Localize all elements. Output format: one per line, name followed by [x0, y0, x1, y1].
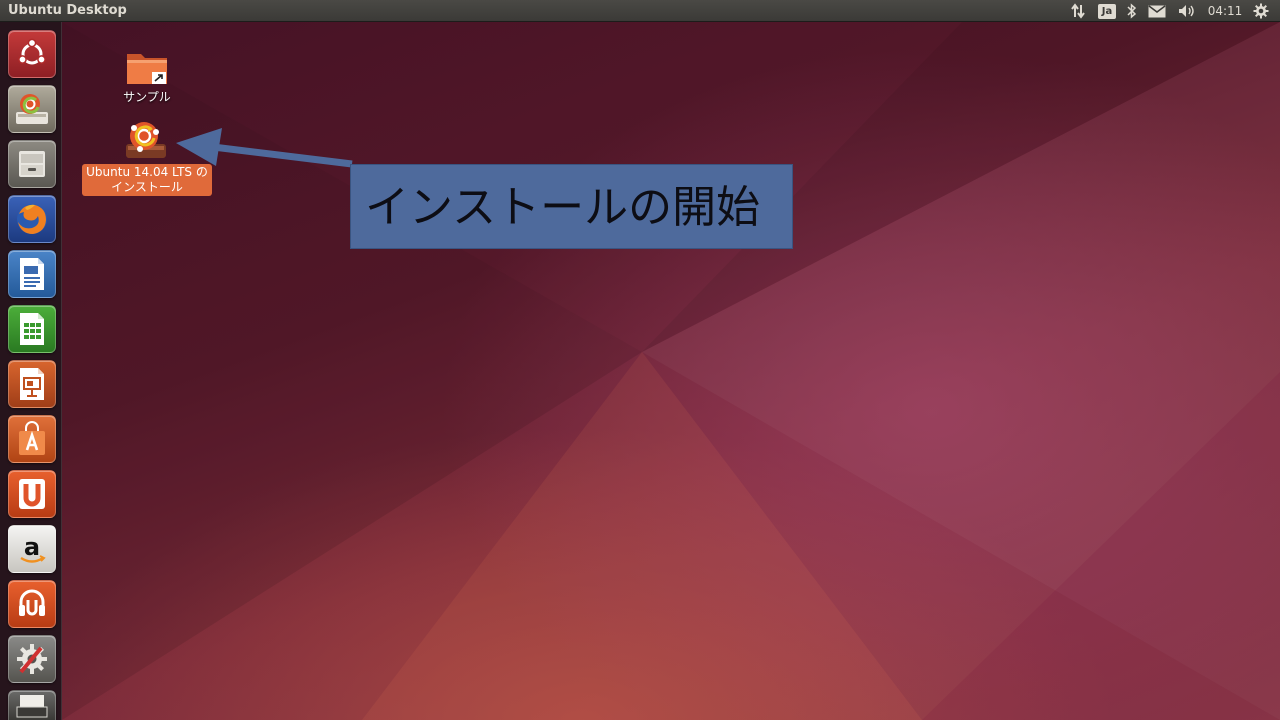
launcher-item-files[interactable] [8, 140, 56, 188]
callout-text: インストールの開始 [365, 182, 761, 233]
ubuntu-one-icon [15, 476, 49, 512]
launcher-item-trash[interactable] [8, 690, 56, 720]
desktop-icon-label-line1: Ubuntu 14.04 LTS の [86, 165, 208, 179]
launcher-item-software-center[interactable] [8, 415, 56, 463]
desktop-icon-label: サンプル [123, 90, 171, 104]
trash-icon [14, 693, 50, 719]
file-cabinet-icon [15, 147, 49, 181]
launcher-item-amazon[interactable]: a [8, 525, 56, 573]
desktop-background [62, 22, 1280, 720]
amazon-icon: a [15, 531, 49, 567]
shopping-bag-icon [15, 421, 49, 457]
desktop-icon-label-line2: インストール [111, 180, 183, 194]
desktop-icon-install-ubuntu[interactable]: Ubuntu 14.04 LTS の インストール [82, 118, 212, 198]
mail-icon[interactable] [1147, 0, 1167, 22]
impress-presentation-icon [16, 366, 48, 402]
window-title: Ubuntu Desktop [8, 3, 127, 18]
settings-gear-icon[interactable] [1250, 0, 1272, 22]
launcher-item-ubuntu-one[interactable] [8, 470, 56, 518]
wallpaper-facets [62, 22, 1280, 720]
launcher: a [0, 22, 62, 720]
launcher-item-system-settings[interactable] [8, 635, 56, 683]
keyboard-indicator-icon[interactable]: Ja [1097, 0, 1117, 22]
volume-icon[interactable] [1176, 0, 1198, 22]
keyboard-layout-label: Ja [1098, 3, 1116, 19]
installer-icon [122, 118, 170, 166]
launcher-item-libreoffice-writer[interactable] [8, 250, 56, 298]
bluetooth-icon[interactable] [1124, 0, 1140, 22]
calc-spreadsheet-icon [16, 311, 48, 347]
writer-document-icon [16, 256, 48, 292]
launcher-item-dash-home[interactable] [8, 30, 56, 78]
network-arrows-icon[interactable] [1067, 0, 1089, 22]
launcher-item-ubuntu-one-music[interactable] [8, 580, 56, 628]
svg-text:a: a [24, 533, 40, 561]
desktop-icon-sample-folder[interactable]: サンプル [112, 48, 182, 108]
installer-icon [13, 90, 51, 128]
callout-install-start: インストールの開始 [350, 164, 793, 249]
launcher-item-libreoffice-impress[interactable] [8, 360, 56, 408]
music-store-icon [15, 586, 49, 622]
launcher-item-firefox[interactable] [8, 195, 56, 243]
settings-tools-icon [13, 640, 51, 678]
ubuntu-logo-icon [15, 37, 49, 71]
top-panel: Ubuntu Desktop Ja 04:11 [0, 0, 1280, 22]
folder-shortcut-icon [125, 48, 169, 90]
clock[interactable]: 04:11 [1206, 0, 1244, 22]
launcher-item-libreoffice-calc[interactable] [8, 305, 56, 353]
launcher-item-install-ubuntu[interactable] [8, 85, 56, 133]
desktop-icon-label-selected: Ubuntu 14.04 LTS の インストール [82, 164, 212, 196]
firefox-icon [13, 200, 51, 238]
